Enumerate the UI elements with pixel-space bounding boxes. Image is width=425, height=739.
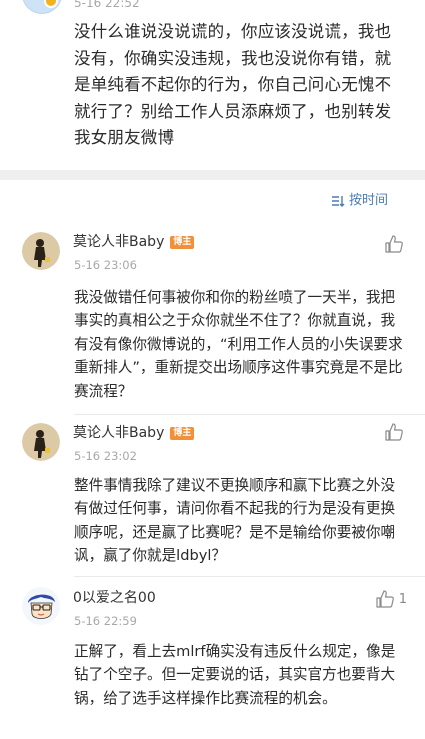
author-badge: 博主 [170, 236, 195, 249]
comment-text: 正解了，看上去mlrf确实没有违反什么规定，像是钻了个空子。但一定要说的话，其实… [74, 643, 396, 707]
sort-icon [331, 196, 345, 207]
thumbs-up-icon [385, 235, 403, 253]
comment-item: 莫论人非Baby 博主 5-16 23:02 整件事情我除了建议不更换顺序和赢下… [0, 415, 425, 577]
user-silhouette-icon [22, 232, 60, 270]
author-name[interactable]: 0以爱之名00 [73, 590, 156, 607]
sort-label: 按时间 [348, 193, 388, 208]
like-button[interactable]: 1 [367, 587, 407, 611]
thumbs-up-icon [385, 423, 403, 441]
comment-author[interactable]: 莫论人非Baby 博主 [73, 425, 195, 442]
author-name[interactable]: 莫论人非Baby [73, 425, 164, 442]
comment-text: 整件事情我除了建议不更换顺序和赢下比赛之外没有做过任何事，请问你看不起我的行为是… [74, 477, 396, 565]
author-name[interactable]: 莫论人非Baby [73, 234, 164, 251]
author-badge: 博主 [170, 427, 195, 440]
post-time: 5-16 22:52 [74, 0, 140, 10]
cartoon-face-icon [22, 587, 60, 625]
comment-author[interactable]: 莫论人非Baby 博主 [73, 234, 195, 251]
thumbs-up-icon [376, 590, 394, 608]
comment-author[interactable]: 0以爱之名00 [73, 590, 156, 607]
sort-bar: 按时间 [0, 180, 425, 222]
post-text: 没什么谁说没说谎的，你应该没说谎，我也没有，你确实没违规，我也没说你有错，就是单… [74, 22, 392, 147]
comment-time: 5-16 23:02 [74, 449, 137, 463]
like-button[interactable] [378, 420, 404, 444]
post-tail: 5-16 22:52 没什么谁说没说谎的，你应该没说谎，我也没有，你确实没违规，… [0, 0, 425, 170]
avatar[interactable] [22, 587, 60, 625]
like-button[interactable] [378, 232, 404, 256]
user-silhouette-icon [22, 423, 60, 461]
avatar[interactable] [22, 232, 60, 270]
like-count: 1 [398, 591, 407, 607]
avatar[interactable] [22, 423, 60, 461]
section-separator [0, 170, 425, 180]
comment-item: 0以爱之名00 5-16 22:59 1 正解了，看上去mlrf确实没有违反什么… [0, 577, 425, 739]
comment-item: 莫论人非Baby 博主 5-16 23:06 我没做错任何事被你和你的粉丝喷了一… [0, 222, 425, 415]
comment-text: 我没做错任何事被你和你的粉丝喷了一天半，我把事实的真相公之于众你就坐不住了？你就… [74, 289, 403, 400]
comment-time: 5-16 22:59 [74, 614, 137, 628]
sort-by-time-button[interactable]: 按时间 [331, 193, 388, 209]
comment-time: 5-16 23:06 [74, 258, 137, 272]
